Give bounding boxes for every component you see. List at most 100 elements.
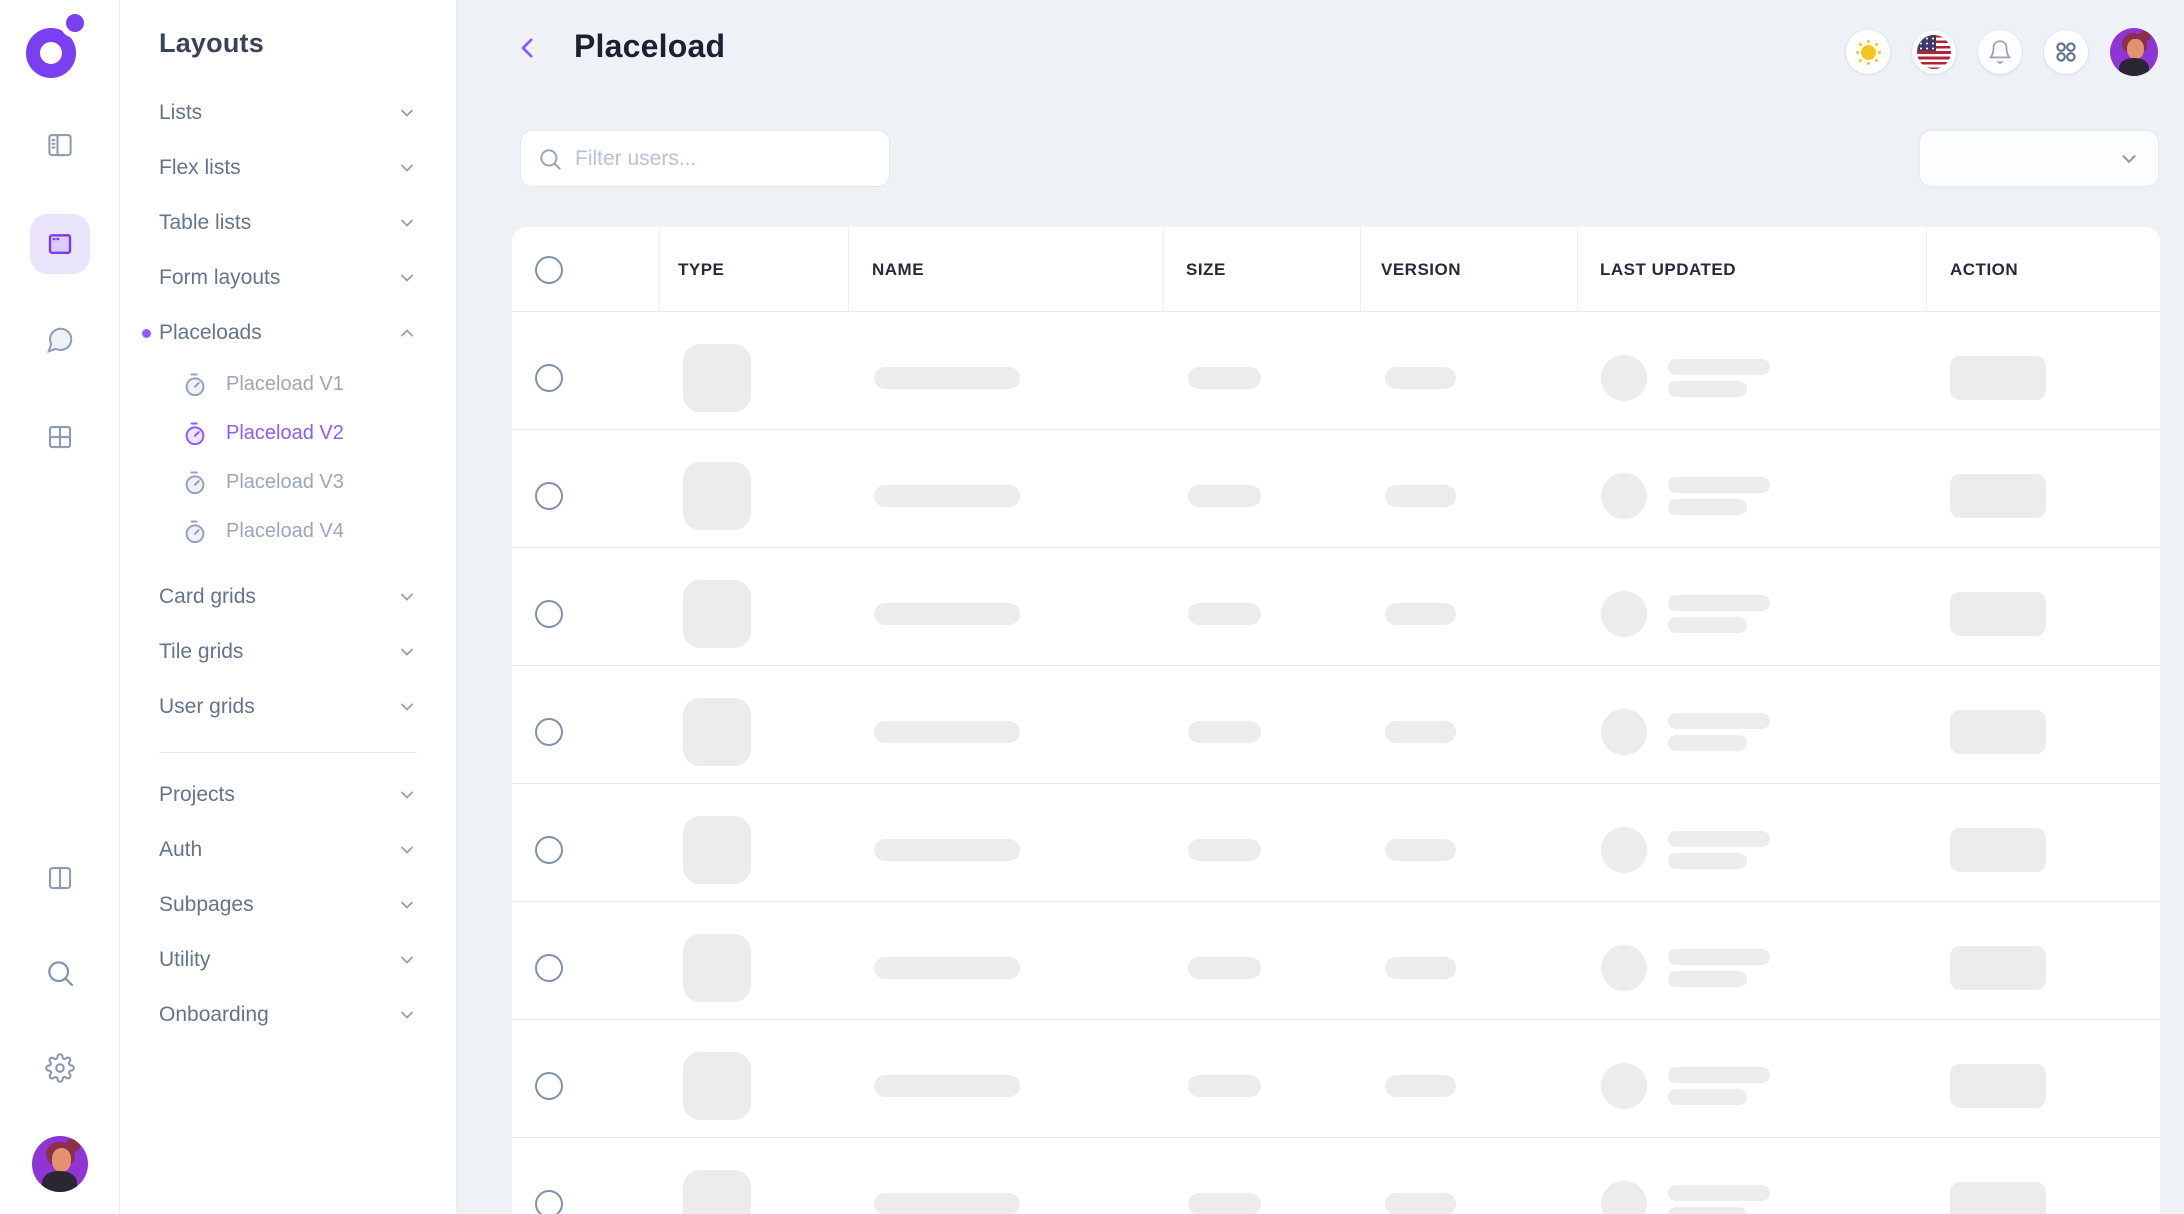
avatar-art [2127,39,2143,59]
logo-dot [66,14,84,32]
page-size-select[interactable] [1919,130,2159,187]
table-row [512,784,2160,902]
sidebar-item-flex-lists[interactable]: Flex lists [159,140,417,195]
chevron-left-icon [513,33,543,63]
name-skeleton [874,1075,1020,1097]
action-button-skeleton [1950,1064,2046,1108]
size-skeleton [1188,485,1261,507]
sidebar-item-onboarding[interactable]: Onboarding [159,987,417,1042]
column-separator [659,227,660,311]
sidebar-item-label: Flex lists [159,156,241,180]
sidebar-item-tile-grids[interactable]: Tile grids [159,624,417,679]
action-button-skeleton [1950,356,2046,400]
sidebar-item-placeload-v3[interactable]: Placeload V3 [159,458,417,507]
row-select-radio[interactable] [535,482,563,510]
sidebar-child-label: Placeload V3 [226,471,344,494]
gear-icon [45,1053,75,1083]
chevron-up-icon [397,323,417,343]
table-body [512,312,2160,1214]
chevron-down-icon [397,103,417,123]
sidebar-item-label: Auth [159,838,202,862]
rail-panels-button[interactable] [30,115,90,175]
avatar-art [2119,58,2150,76]
sidebar-item-label: Lists [159,101,202,125]
apps-button[interactable] [2044,30,2088,74]
row-select-radio[interactable] [535,364,563,392]
sidebar-item-user-grids[interactable]: User grids [159,679,417,734]
sidebar-item-label: Table lists [159,211,251,235]
back-button[interactable] [509,29,547,67]
last-updated-line-skeleton [1668,595,1770,611]
last-updated-line-skeleton [1668,831,1770,847]
sidebar-item-label: Utility [159,948,210,972]
table-row [512,1020,2160,1138]
last-updated-avatar-skeleton [1601,1181,1647,1214]
users-table: TYPE NAME SIZE VERSION LAST UPDATED ACTI… [512,227,2160,1214]
sidebar-item-label: Card grids [159,585,256,609]
last-updated-avatar-skeleton [1601,1063,1647,1109]
row-select-radio[interactable] [535,1072,563,1100]
app-window-icon [45,229,75,259]
row-select-radio[interactable] [535,836,563,864]
row-select-radio[interactable] [535,954,563,982]
rail-layouts-button[interactable] [30,214,90,274]
sidebar-item-subpages[interactable]: Subpages [159,877,417,932]
rail-columns-button[interactable] [30,848,90,908]
row-select-radio[interactable] [535,600,563,628]
sun-icon [1867,51,1870,54]
select-all-radio[interactable] [535,256,563,284]
sidebar-item-label: User grids [159,695,255,719]
sidebar-item-label: Projects [159,783,235,807]
header-actions [1846,28,2158,76]
page-title: Placeload [574,28,725,65]
filter-users-input[interactable] [575,147,873,171]
last-updated-avatar-skeleton [1601,709,1647,755]
rail-search-button[interactable] [30,943,90,1003]
name-skeleton [874,1193,1020,1214]
last-updated-line-skeleton [1668,381,1747,397]
profile-avatar-button[interactable] [2110,28,2158,76]
app-logo[interactable] [22,12,88,82]
sidebar-item-placeload-v4[interactable]: Placeload V4 [159,507,417,556]
sidebar-item-form-layouts[interactable]: Form layouts [159,250,417,305]
sidebar-item-placeload-v1[interactable]: Placeload V1 [159,360,417,409]
chevron-down-icon [397,268,417,288]
main-content: Placeload [457,0,2184,1214]
rail-profile-button[interactable] [30,1134,90,1194]
sidebar-item-auth[interactable]: Auth [159,822,417,877]
notifications-button[interactable] [1978,30,2022,74]
name-skeleton [874,957,1020,979]
last-updated-line-skeleton [1668,477,1770,493]
sidebar-item-placeloads[interactable]: Placeloads [159,305,417,360]
sidebar-item-utility[interactable]: Utility [159,932,417,987]
rail-messages-button[interactable] [30,310,90,370]
type-skeleton [683,698,751,766]
avatar-art [42,1171,78,1192]
row-select-radio[interactable] [535,1190,563,1214]
table-row [512,312,2160,430]
sidebar-item-table-lists[interactable]: Table lists [159,195,417,250]
sidebar-item-lists[interactable]: Lists [159,85,417,140]
column-header-name: NAME [872,227,924,312]
sidebar-item-card-grids[interactable]: Card grids [159,569,417,624]
rail-grid-button[interactable] [30,407,90,467]
rail-settings-button[interactable] [30,1038,90,1098]
action-button-skeleton [1950,1182,2046,1214]
stopwatch-icon [181,518,209,546]
column-header-action: ACTION [1950,227,2018,312]
column-separator [1926,227,1927,311]
last-updated-avatar-skeleton [1601,945,1647,991]
version-skeleton [1385,1075,1456,1097]
language-button[interactable] [1912,30,1956,74]
sidebar-item-placeload-v2[interactable]: Placeload V2 [159,409,417,458]
theme-toggle-button[interactable] [1846,30,1890,74]
columns-icon [45,863,75,893]
last-updated-line-skeleton [1668,713,1770,729]
sidebar-item-label: Form layouts [159,266,280,290]
last-updated-line-skeleton [1668,617,1747,633]
sidebar-item-projects[interactable]: Projects [159,767,417,822]
apps-dots-icon [2053,39,2079,65]
row-select-radio[interactable] [535,718,563,746]
sidebar-child-label: Placeload V1 [226,373,344,396]
size-skeleton [1188,1075,1261,1097]
